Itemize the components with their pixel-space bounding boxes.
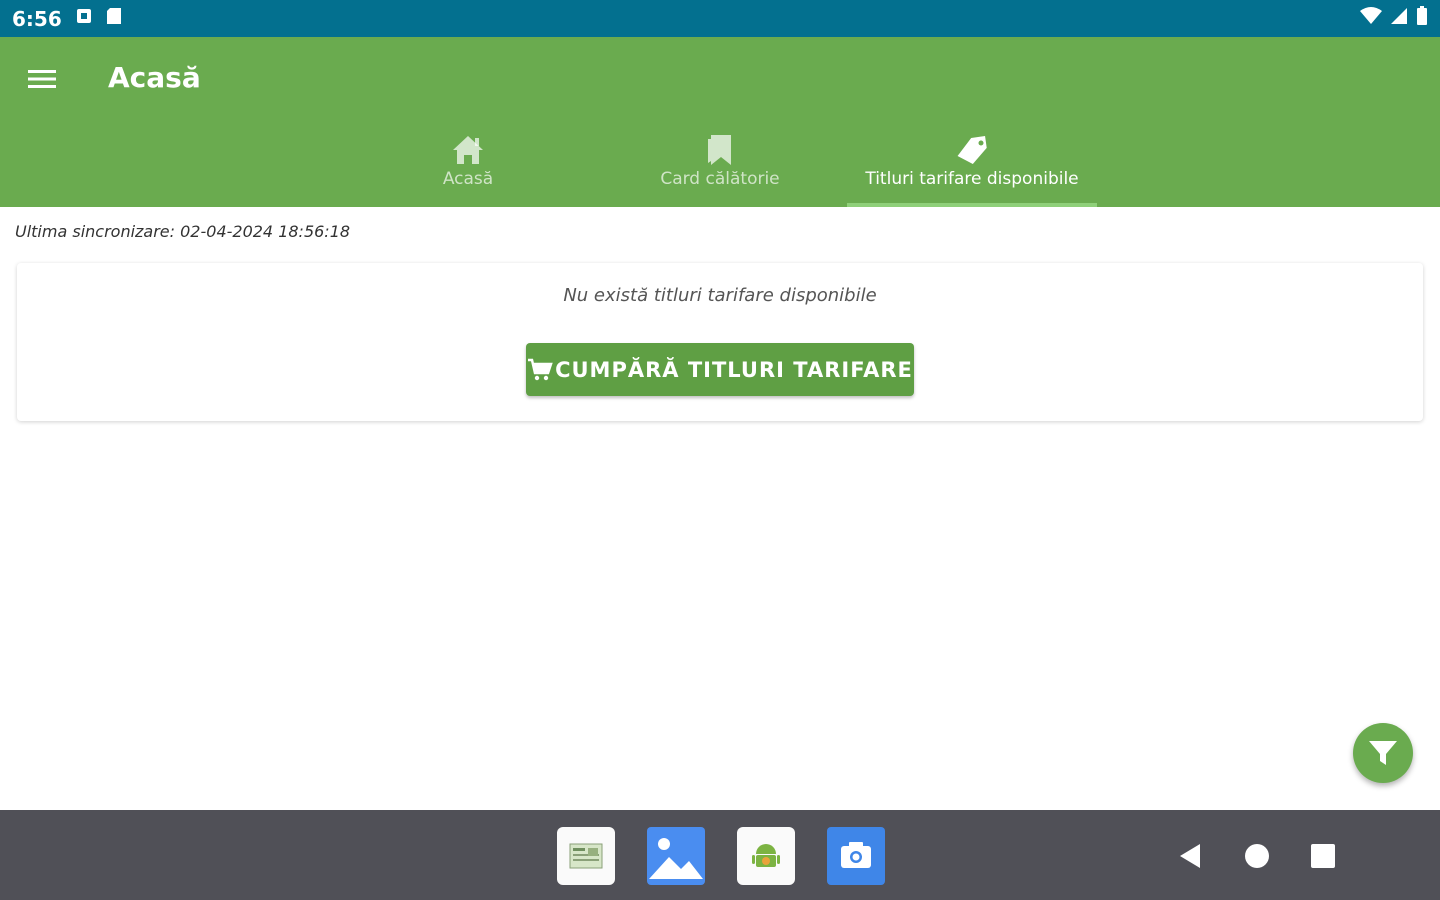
battery-icon	[1416, 6, 1428, 31]
home-button[interactable]	[1241, 840, 1273, 872]
tab-acasa[interactable]: Acasă	[343, 127, 593, 207]
status-time: 6:56	[12, 6, 62, 31]
empty-message: Nu există titluri tarifare disponibile	[563, 285, 877, 306]
recents-button[interactable]	[1307, 840, 1339, 872]
tab-bar: Acasă Card călătorie Titluri tarifare di…	[0, 127, 1440, 207]
menu-button[interactable]	[26, 65, 58, 93]
tab-card-calatorie[interactable]: Card călătorie	[595, 127, 845, 207]
status-right	[1360, 6, 1428, 31]
system-nav-bar	[0, 810, 1440, 900]
app-bar: Acasă Acasă Card călătorie Titluri tarif…	[0, 37, 1440, 207]
signal-icon	[1390, 7, 1408, 30]
status-left: 6:56	[12, 7, 122, 31]
buy-button-label: CUMPĂRĂ TITLURI TARIFARE	[555, 357, 913, 382]
home-circle-icon	[1245, 844, 1269, 868]
home-icon	[451, 133, 485, 167]
empty-state-card: Nu există titluri tarifare disponibile C…	[17, 263, 1423, 421]
filter-icon	[1369, 741, 1397, 765]
hamburger-menu-icon	[28, 70, 56, 88]
android-app-icon[interactable]	[737, 827, 795, 885]
wifi-icon	[1360, 7, 1382, 30]
tab-indicator	[847, 203, 1097, 207]
back-triangle-icon	[1180, 844, 1200, 868]
filter-button[interactable]	[1353, 723, 1413, 783]
back-button[interactable]	[1174, 840, 1206, 872]
shopping-cart-icon	[528, 358, 553, 380]
bookmark-icon	[705, 133, 735, 167]
notification-icon	[76, 8, 92, 29]
sd-card-icon	[106, 7, 122, 30]
tab-label: Titluri tarifare disponibile	[865, 169, 1079, 189]
tab-label: Card călătorie	[660, 169, 780, 189]
sheet-app-icon[interactable]	[557, 827, 615, 885]
last-sync-text: Ultima sincronizare: 02-04-2024 18:56:18	[15, 222, 351, 241]
status-bar: 6:56	[0, 0, 1440, 37]
tab-label: Acasă	[442, 169, 494, 189]
tab-titluri-tarifare[interactable]: Titluri tarifare disponibile	[847, 127, 1097, 207]
tag-icon	[953, 133, 991, 167]
camera-app-icon[interactable]	[827, 827, 885, 885]
page-title: Acasă	[108, 61, 201, 94]
recents-square-icon	[1311, 844, 1335, 868]
buy-tickets-button[interactable]: CUMPĂRĂ TITLURI TARIFARE	[526, 343, 914, 396]
gallery-app-icon[interactable]	[647, 827, 705, 885]
